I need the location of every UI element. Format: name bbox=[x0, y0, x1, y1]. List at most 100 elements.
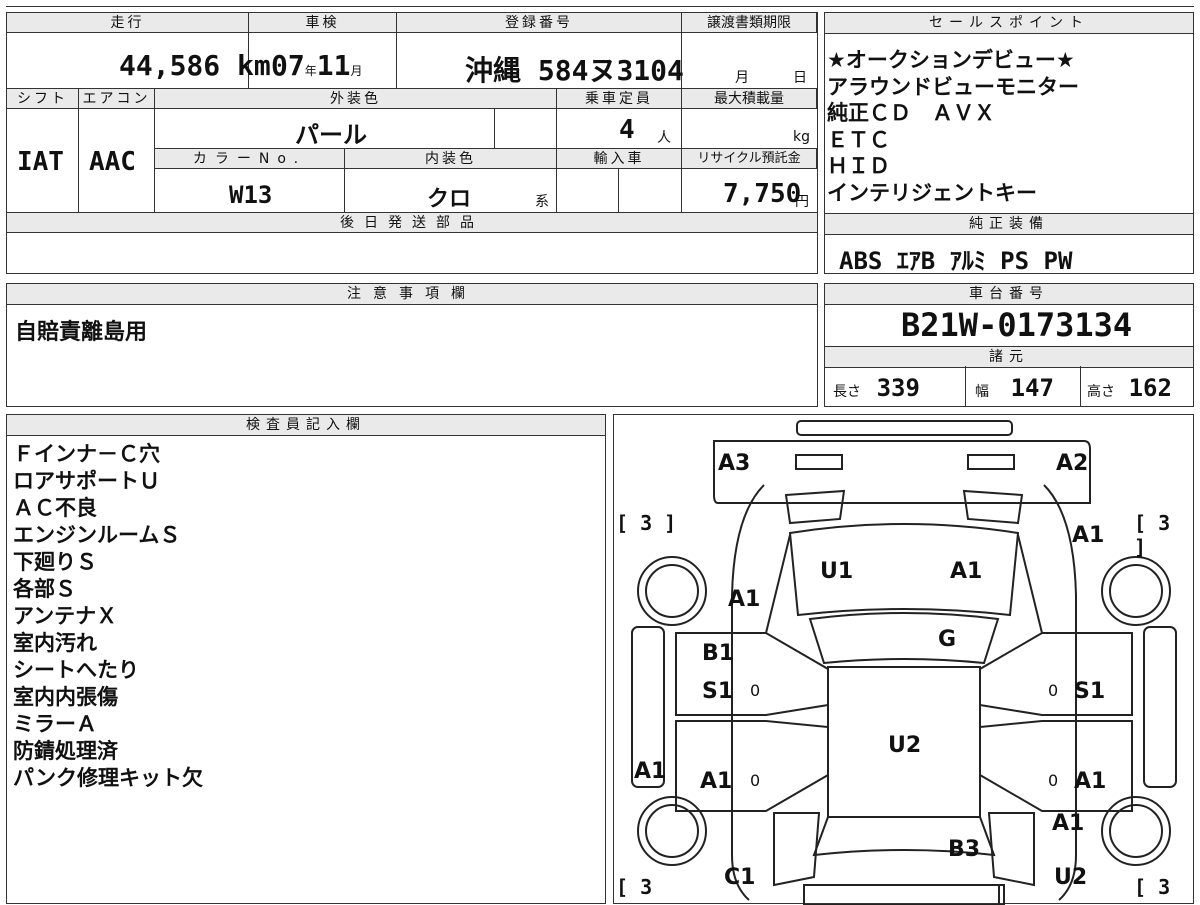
height-value: 162 bbox=[1128, 374, 1172, 402]
sales-point-item: ＨＩＤ bbox=[827, 154, 890, 178]
notes-box: 注意事項欄 自賠責離島用 bbox=[6, 283, 818, 407]
label-hood-left: U1 bbox=[820, 559, 854, 584]
zero-mark: 0 bbox=[750, 681, 761, 700]
inspection-month-unit: 月 bbox=[350, 64, 363, 78]
mileage-label: 走行 bbox=[7, 13, 249, 33]
label-fender-right: A1 bbox=[1072, 523, 1105, 548]
tire-tread-top-left: [ 3 ] bbox=[616, 511, 677, 535]
length-label: 長さ bbox=[833, 384, 861, 400]
inspector-line: ＡＣ不良 bbox=[13, 496, 97, 520]
equipment-header: 純正装備 bbox=[825, 213, 1193, 235]
length-value: 339 bbox=[876, 374, 920, 402]
width-label: 幅 bbox=[975, 384, 989, 400]
sales-point-item: アラウンドビューモニター bbox=[827, 74, 1079, 99]
later-parts-label: 後日発送部品 bbox=[7, 213, 817, 233]
import-label: 輸入車 bbox=[557, 149, 682, 169]
inspector-lines: Ｆインナ－Ｃ穴 ロアサポートＵ ＡＣ不良 エンジンルームＳ 下廻りＳ 各部Ｓ ア… bbox=[13, 441, 203, 792]
inspection-month: 11 bbox=[316, 49, 351, 82]
zero-mark: 0 bbox=[1048, 681, 1059, 700]
label-roof: U2 bbox=[888, 733, 922, 758]
label-rear-left-bottom: C1 bbox=[724, 865, 756, 890]
chassis-header: 車台番号 bbox=[825, 284, 1193, 305]
equipment-value: ABS ｴｱB ｱﾙﾐ PS PW bbox=[839, 247, 1073, 275]
inspector-box: 検査員記入欄 Ｆインナ－Ｃ穴 ロアサポートＵ ＡＣ不良 エンジンルームＳ 下廻り… bbox=[6, 414, 606, 904]
shift-label: シフト bbox=[7, 89, 79, 109]
chassis-number: B21W-0173134 bbox=[901, 306, 1133, 344]
recycle-unit: 円 bbox=[795, 194, 809, 210]
capacity-unit: 人 bbox=[657, 130, 671, 146]
zero-mark: 0 bbox=[750, 771, 761, 790]
inspector-header: 検査員記入欄 bbox=[7, 415, 605, 436]
tire-tread-bottom-right: [ 3 bbox=[1134, 875, 1171, 899]
transfer-month-unit: 月 bbox=[735, 70, 749, 86]
sales-point-item: ★オークションデビュー★ bbox=[827, 48, 1075, 72]
label-rear: B3 bbox=[948, 837, 981, 862]
inspector-line: 室内汚れ bbox=[13, 631, 97, 655]
notes-header: 注意事項欄 bbox=[7, 284, 817, 305]
label-door-r2: A1 bbox=[1074, 769, 1107, 794]
transfer-day-unit: 日 bbox=[793, 70, 807, 86]
inspector-line: 防錆処理済 bbox=[13, 739, 118, 763]
exterior-color-label: 外装色 bbox=[155, 89, 557, 109]
inspection-label: 車検 bbox=[249, 13, 397, 33]
recycle-label: リサイクル預託金 bbox=[682, 149, 817, 169]
interior-color-value: クロ bbox=[427, 187, 472, 212]
chassis-box: 車台番号 B21W-0173134 諸元 長さ 339 幅 147 高さ 162 bbox=[824, 283, 1194, 407]
label-door-l2: A1 bbox=[700, 769, 733, 794]
label-front-right: A2 bbox=[1056, 451, 1089, 476]
label-windshield: G bbox=[938, 627, 957, 652]
sales-points-header: セールスポイント bbox=[825, 13, 1193, 34]
vehicle-info-table: 走行 車検 登録番号 譲渡書類期限 44,586 km 07年11月 沖縄 58… bbox=[6, 12, 818, 274]
interior-color-suffix: 系 bbox=[535, 194, 549, 210]
mileage-value: 44,586 bbox=[119, 49, 221, 82]
label-rear-right-bottom: U2 bbox=[1054, 865, 1088, 890]
recycle-value: 7,750 bbox=[723, 179, 802, 209]
capacity-label: 乗車定員 bbox=[557, 89, 682, 109]
sales-point-item: ＥＴＣ bbox=[827, 127, 890, 152]
zero-mark: 0 bbox=[1048, 771, 1059, 790]
exterior-color-value: パール bbox=[295, 121, 367, 149]
label-rear-right: A1 bbox=[1052, 811, 1085, 836]
label-sill-left: A1 bbox=[634, 759, 667, 784]
max-load-label: 最大積載量 bbox=[682, 89, 817, 109]
inspector-line: Ｆインナ－Ｃ穴 bbox=[13, 442, 160, 466]
sales-point-item: 純正ＣＤ ＡＶＸ bbox=[827, 101, 995, 125]
aircon-value: AAC bbox=[89, 147, 136, 177]
label-hood-right: A1 bbox=[950, 559, 983, 584]
inspection-year: 07 bbox=[271, 49, 305, 82]
tire-tread-bottom-left: [ 3 bbox=[616, 875, 653, 899]
registration-label: 登録番号 bbox=[397, 13, 682, 33]
sales-points-box: セールスポイント ★オークションデビュー★ アラウンドビューモニター 純正ＣＤ … bbox=[824, 12, 1194, 275]
transfer-deadline-label: 譲渡書類期限 bbox=[682, 13, 817, 33]
sales-point-item: インテリジェントキー bbox=[827, 180, 1037, 205]
top-strip bbox=[6, 0, 1194, 7]
capacity-value: 4 bbox=[619, 115, 635, 145]
max-load-unit: kg bbox=[793, 129, 810, 145]
mileage-unit: km bbox=[237, 49, 271, 82]
inspector-line: 下廻りＳ bbox=[13, 550, 97, 574]
registration-number: 584ヌ3104 bbox=[537, 54, 684, 87]
label-door-l1-mid: S1 bbox=[702, 679, 734, 704]
inspector-line: ミラーＡ bbox=[13, 712, 97, 736]
inspector-line: アンテナＸ bbox=[13, 604, 118, 628]
inspector-line: パンク修理キット欠 bbox=[13, 766, 204, 790]
label-door-r1-mid: S1 bbox=[1074, 679, 1106, 704]
inspection-year-unit: 年 bbox=[304, 64, 317, 78]
color-no-label: カラーNo. bbox=[155, 149, 345, 169]
inspector-line: シートへたり bbox=[13, 658, 139, 682]
inspector-line: 室内内張傷 bbox=[13, 685, 118, 709]
label-front-left: A3 bbox=[718, 451, 751, 476]
interior-color-label: 内装色 bbox=[345, 149, 557, 169]
registration-region: 沖縄 bbox=[465, 54, 522, 87]
sales-points-list: ★オークションデビュー★ アラウンドビューモニター 純正ＣＤ ＡＶＸ ＥＴＣ Ｈ… bbox=[827, 47, 1079, 206]
spec-header: 諸元 bbox=[825, 346, 1193, 368]
damage-diagram-box: A3 A2 U1 A1 A1 A1 G B1 S1 S1 U2 A1 A1 A1… bbox=[613, 414, 1194, 905]
height-label: 高さ bbox=[1087, 384, 1115, 400]
inspector-line: エンジンルームＳ bbox=[13, 523, 181, 547]
notes-text: 自賠責離島用 bbox=[15, 320, 148, 345]
aircon-label: エアコン bbox=[79, 89, 155, 109]
label-door-l1-top: B1 bbox=[702, 641, 735, 666]
inspector-line: ロアサポートＵ bbox=[13, 469, 160, 493]
color-no-value: W13 bbox=[229, 181, 273, 209]
shift-value: IAT bbox=[17, 147, 64, 177]
